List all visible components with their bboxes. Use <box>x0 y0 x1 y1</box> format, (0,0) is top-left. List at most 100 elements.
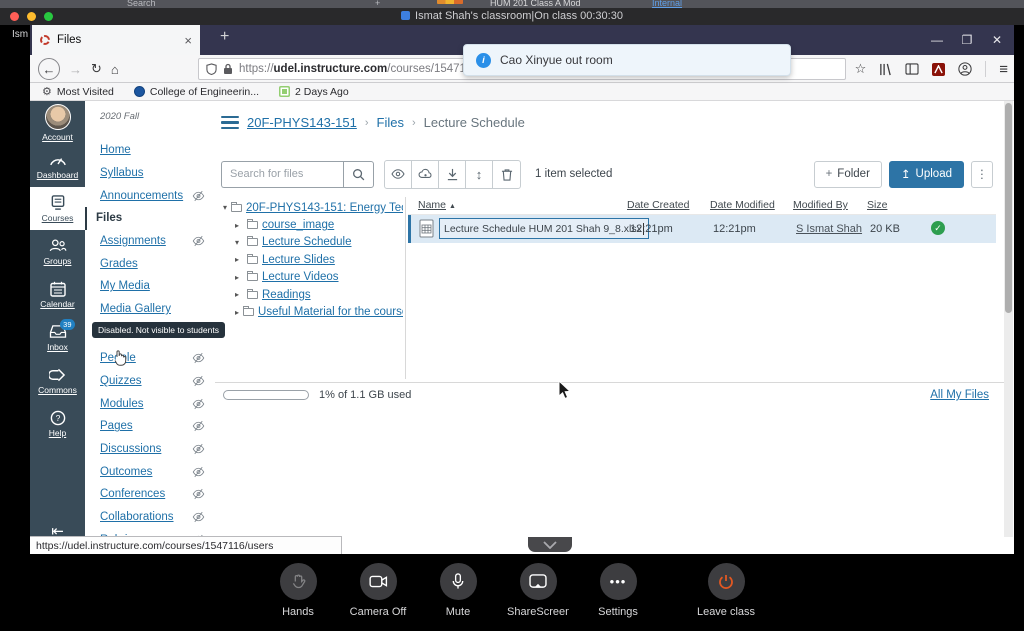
delete-button[interactable] <box>493 161 520 188</box>
caret-icon[interactable]: ▾ <box>223 203 227 212</box>
course-nav-item[interactable]: Pages <box>85 415 215 438</box>
search-input[interactable] <box>221 161 343 188</box>
tree-folder-label[interactable]: Useful Material for the course <box>258 306 403 318</box>
caret-icon[interactable]: ▸ <box>235 255 243 264</box>
home-button[interactable]: ⌂ <box>111 62 119 77</box>
caret-icon[interactable]: ▸ <box>235 308 239 317</box>
download-button[interactable] <box>439 161 466 188</box>
add-folder-button[interactable]: +Folder <box>814 161 882 188</box>
settings-control[interactable]: ••• Settings <box>583 563 653 618</box>
bookmark-most-visited[interactable]: ⚙Most Visited <box>42 85 114 98</box>
course-nav-item[interactable]: Modules <box>85 392 215 415</box>
account-icon[interactable] <box>958 62 972 76</box>
tree-folder[interactable]: ▸ Lecture Slides <box>215 251 403 268</box>
tree-folder-label[interactable]: Lecture Videos <box>262 271 339 283</box>
bookmark-star-icon[interactable]: ☆ <box>855 61 867 77</box>
sidebar-item-dashboard[interactable]: Dashboard <box>30 144 85 187</box>
modified-by-cell[interactable]: S Ismat Shah <box>796 223 862 235</box>
browser-tab-files[interactable]: Files × <box>32 25 200 55</box>
toolbar-collapse-tab[interactable] <box>528 537 572 552</box>
upload-button[interactable]: ↥Upload <box>889 161 964 188</box>
course-nav-item[interactable]: Grades <box>85 252 215 275</box>
course-nav-item[interactable]: Announcements <box>85 184 215 207</box>
tree-folder[interactable]: ▸ Lecture Videos <box>215 269 403 286</box>
column-header-modified-by[interactable]: Modified By <box>793 199 848 211</box>
camera-control[interactable]: Camera Off <box>343 563 413 618</box>
leave-class-control[interactable]: Leave class <box>691 563 761 618</box>
column-header-date-modified[interactable]: Date Modified <box>710 199 775 211</box>
table-row[interactable]: Lecture Schedule HUM 201 Shah 9_8.xlsx 1… <box>408 215 996 243</box>
move-button[interactable]: ↕ <box>466 161 493 188</box>
tracking-shield-icon[interactable] <box>206 63 217 75</box>
search-button[interactable] <box>343 161 374 188</box>
caret-icon[interactable]: ▸ <box>235 290 243 299</box>
course-menu-icon[interactable] <box>221 116 239 130</box>
tree-folder-label[interactable]: Lecture Schedule <box>262 236 352 248</box>
course-nav-item[interactable]: Quizzes <box>85 370 215 393</box>
course-nav-item[interactable]: Assignments <box>85 230 215 253</box>
column-header-size[interactable]: Size <box>867 199 887 211</box>
tree-folder[interactable]: ▾ Lecture Schedule <box>215 234 403 251</box>
preview-button[interactable] <box>385 161 412 188</box>
course-nav-item[interactable]: Media Gallery <box>85 298 215 321</box>
restrict-access-button[interactable] <box>412 161 439 188</box>
column-header-name[interactable]: Name▲ <box>418 199 456 211</box>
course-nav-item[interactable]: Conferences <box>85 483 215 506</box>
tree-folder[interactable]: ▸ Readings <box>215 286 403 303</box>
course-nav-item[interactable]: Files <box>85 207 215 230</box>
url-text[interactable]: https://udel.instructure.com/courses/154… <box>239 63 484 75</box>
close-icon[interactable]: ✕ <box>980 25 1014 55</box>
back-button[interactable]: ← <box>38 58 60 80</box>
course-nav-item[interactable]: Outcomes <box>85 460 215 483</box>
bookmark-2-days-ago[interactable]: 2 Days Ago <box>279 86 349 98</box>
page-vertical-scrollbar[interactable] <box>1004 101 1013 537</box>
caret-icon[interactable]: ▾ <box>235 238 243 247</box>
tree-root-folder[interactable]: ▾ 20F-PHYS143-151: Energy Technolog <box>215 199 403 216</box>
caret-icon[interactable]: ▸ <box>235 221 243 230</box>
more-options-button[interactable]: ⋮ <box>971 161 993 188</box>
minimize-icon[interactable]: — <box>920 25 954 55</box>
forward-button[interactable]: → <box>69 62 82 77</box>
library-icon[interactable] <box>879 63 892 76</box>
caret-icon[interactable]: ▸ <box>235 273 243 282</box>
tree-folder-label[interactable]: course_image <box>262 219 334 231</box>
published-check-icon[interactable]: ✓ <box>931 221 945 235</box>
course-nav-item[interactable]: Discussions <box>85 438 215 461</box>
sidebar-item-inbox[interactable]: 39 Inbox <box>30 316 85 359</box>
breadcrumb-files[interactable]: Files <box>377 115 404 130</box>
breadcrumb-course[interactable]: 20F-PHYS143-151 <box>247 115 357 130</box>
all-my-files-link[interactable]: All My Files <box>930 389 989 401</box>
tree-folder-label[interactable]: Readings <box>262 289 311 301</box>
new-tab-button[interactable]: + <box>212 28 237 46</box>
sidebar-item-help[interactable]: ? Help <box>30 402 85 445</box>
lock-icon[interactable] <box>223 63 233 75</box>
sidebar-item-commons[interactable]: Commons <box>30 359 85 402</box>
course-nav-item[interactable]: Collaborations <box>85 506 215 529</box>
reload-button[interactable]: ↻ <box>91 61 102 77</box>
bookmark-college[interactable]: College of Engineerin... <box>134 86 259 98</box>
scrollbar-thumb[interactable] <box>1005 103 1012 313</box>
notification-toast[interactable]: i Cao Xinyue out room <box>463 44 791 76</box>
sidebar-item-groups[interactable]: Groups <box>30 230 85 273</box>
adobe-extension-icon[interactable] <box>932 63 945 76</box>
sidebar-toggle-icon[interactable] <box>905 63 919 75</box>
file-name-edit-field[interactable]: Lecture Schedule HUM 201 Shah 9_8.xlsx <box>439 218 649 239</box>
column-header-date-created[interactable]: Date Created <box>627 199 689 211</box>
course-nav-item[interactable]: Syllabus <box>85 162 215 185</box>
tree-folder-label[interactable]: Lecture Slides <box>262 254 335 266</box>
menu-icon[interactable]: ≡ <box>999 61 1008 78</box>
course-nav-item[interactable]: My Media <box>85 275 215 298</box>
sidebar-item-account[interactable]: Account <box>30 101 85 144</box>
course-nav-item[interactable]: People <box>85 347 215 370</box>
tab-close-icon[interactable]: × <box>184 33 192 48</box>
mute-control[interactable]: Mute <box>423 563 493 618</box>
tree-folder[interactable]: ▸ Useful Material for the course <box>215 303 403 320</box>
tree-root-label[interactable]: 20F-PHYS143-151: Energy Technolog <box>246 202 403 214</box>
sidebar-item-courses[interactable]: Courses <box>30 187 85 230</box>
course-nav-item[interactable]: Home <box>85 139 215 162</box>
restore-icon[interactable]: ❐ <box>950 25 984 55</box>
tree-folder[interactable]: ▸ course_image <box>215 216 403 233</box>
raise-hand-control[interactable]: Hands <box>263 563 333 618</box>
share-screen-control[interactable]: ShareScreen <box>503 563 573 618</box>
sidebar-item-calendar[interactable]: Calendar <box>30 273 85 316</box>
